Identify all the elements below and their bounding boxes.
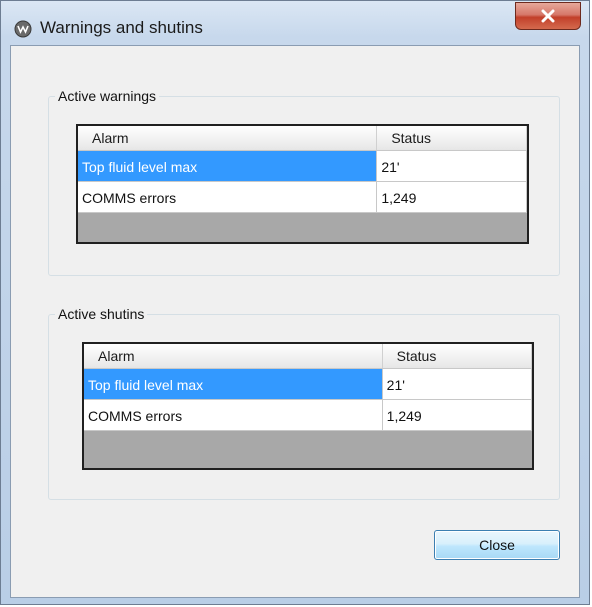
alarm-cell[interactable]: COMMS errors <box>84 400 383 430</box>
status-cell[interactable]: 1,249 <box>383 400 532 430</box>
warnings-grid[interactable]: Alarm Status Top fluid level max 21' COM… <box>76 124 529 244</box>
shutins-grid-header: Alarm Status <box>84 344 532 369</box>
dialog-body: Active warnings Alarm Status Top fluid l… <box>10 45 580 598</box>
app-logo-icon <box>14 20 32 38</box>
active-shutins-group: Active shutins Alarm Status Top fluid le… <box>48 306 560 500</box>
table-row[interactable]: COMMS errors 1,249 <box>84 400 532 431</box>
status-cell[interactable]: 21' <box>383 369 532 399</box>
active-warnings-group: Active warnings Alarm Status Top fluid l… <box>48 88 560 276</box>
title-bar[interactable]: Warnings and shutins <box>1 1 589 45</box>
shutins-grid[interactable]: Alarm Status Top fluid level max 21' COM… <box>82 342 534 470</box>
column-header-status[interactable]: Status <box>377 126 527 150</box>
active-shutins-label: Active shutins <box>55 306 148 322</box>
alarm-cell[interactable]: COMMS errors <box>78 182 378 212</box>
table-row[interactable]: Top fluid level max 21' <box>84 369 532 400</box>
close-button[interactable]: Close <box>434 530 560 560</box>
alarm-cell[interactable]: Top fluid level max <box>84 369 383 399</box>
table-row[interactable]: Top fluid level max 21' <box>78 151 527 182</box>
alarm-cell[interactable]: Top fluid level max <box>78 151 378 181</box>
window-title: Warnings and shutins <box>40 18 203 37</box>
dialog-window: Warnings and shutins Active warnings Ala… <box>0 0 590 605</box>
column-header-alarm[interactable]: Alarm <box>78 126 378 150</box>
window-close-button[interactable] <box>515 2 581 30</box>
table-row[interactable]: COMMS errors 1,249 <box>78 182 527 213</box>
status-cell[interactable]: 21' <box>377 151 527 181</box>
close-icon <box>541 9 555 23</box>
warnings-grid-header: Alarm Status <box>78 126 527 151</box>
status-cell[interactable]: 1,249 <box>377 182 527 212</box>
active-warnings-label: Active warnings <box>55 88 160 104</box>
column-header-alarm[interactable]: Alarm <box>84 344 383 368</box>
column-header-status[interactable]: Status <box>383 344 532 368</box>
